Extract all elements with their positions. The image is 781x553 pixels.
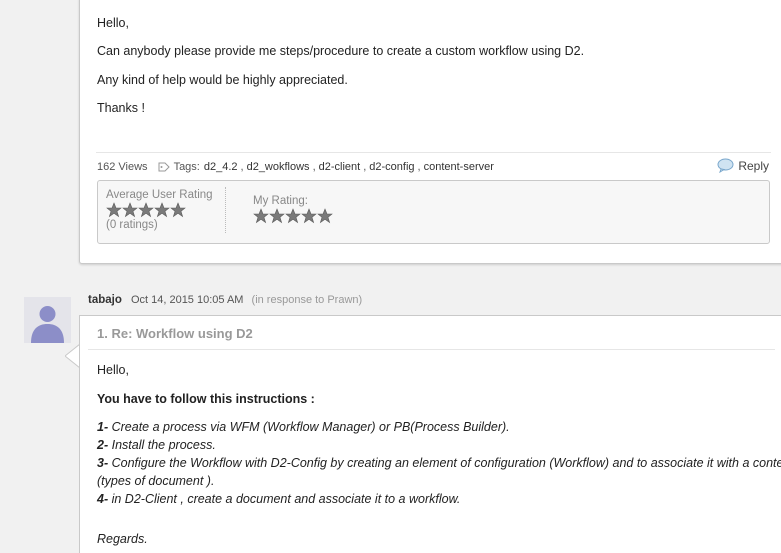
star-icon [106,202,122,218]
reply-author-line: tabajo Oct 14, 2015 10:05 AM (in respons… [88,294,362,306]
ratings-count: (0 ratings) [106,219,158,231]
tag-separator: , [417,161,421,173]
step-item: 1- Create a process via WFM (Workflow Ma… [97,420,510,434]
reply-title-divider [88,349,775,350]
tag-link[interactable]: d2_wokflows [247,161,310,173]
rating-box: Average User Rating (0 ratings) My Ratin… [97,180,770,244]
post-greeting: Hello, [97,16,129,30]
tag-separator: , [363,161,367,173]
avatar[interactable] [24,297,71,343]
reply-button[interactable]: Reply [717,158,769,173]
star-icon[interactable] [285,208,301,224]
reply-title[interactable]: 1. Re: Workflow using D2 [97,326,253,341]
my-rating-stars[interactable] [253,208,333,224]
post-help-line: Any kind of help would be highly appreci… [97,73,348,87]
reply-greeting: Hello, [97,363,129,377]
tag-icon [158,162,170,172]
instruction-heading: You have to follow this instructions : [97,392,315,406]
tag-separator: , [312,161,316,173]
star-icon[interactable] [269,208,285,224]
tag-link[interactable]: d2-config [369,161,414,173]
my-rating: My Rating: [253,195,333,224]
original-post-card: Hello, Can anybody please provide me ste… [79,0,781,264]
tags-label: Tags: [173,161,200,173]
star-icon [154,202,170,218]
my-rating-label: My Rating: [253,195,308,207]
reply-label: Reply [738,158,769,173]
post-meta-line: 162 Views Tags: d2_4.2 , d2_wokflows , d… [97,161,494,173]
tag-separator: , [240,161,244,173]
step-item: 2- Install the process. [97,438,216,452]
average-rating: Average User Rating (0 ratings) [106,189,213,231]
discussion-page: Hello, Can anybody please provide me ste… [0,0,781,553]
reply-card: 1. Re: Workflow using D2 Hello, You have… [79,315,781,553]
average-rating-stars [106,202,213,218]
reply-date: Oct 14, 2015 10:05 AM [130,294,244,306]
star-icon[interactable] [253,208,269,224]
post-thanks: Thanks ! [97,101,145,115]
post-body-line: Can anybody please provide me steps/proc… [97,44,585,58]
star-icon[interactable] [317,208,333,224]
star-icon [122,202,138,218]
view-count: 162 Views [97,161,148,173]
star-icon [170,202,186,218]
rating-divider [225,187,226,233]
step-item-continued: (types of document ). [97,474,215,488]
tag-link[interactable]: d2_4.2 [204,161,238,173]
reply-closing: Regards. [97,532,148,546]
speech-bubble-icon [717,158,734,173]
step-item: 3- Configure the Workflow with D2-Config… [97,456,781,470]
author-name[interactable]: tabajo [88,294,122,306]
star-icon [138,202,154,218]
star-icon[interactable] [301,208,317,224]
tag-link[interactable]: d2-client [319,161,361,173]
in-response-to[interactable]: (in response to Prawn) [252,294,363,306]
post-footer-divider [96,152,771,153]
tag-link[interactable]: content-server [424,161,494,173]
average-rating-label: Average User Rating [106,189,213,201]
step-item: 4- in D2-Client , create a document and … [97,492,461,506]
